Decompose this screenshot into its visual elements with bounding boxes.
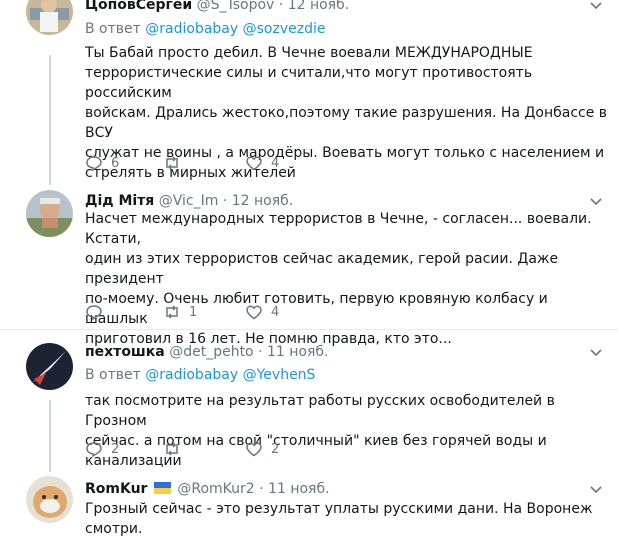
avatar[interactable] (26, 0, 73, 35)
text-line: так посмотрите на результат работы русск… (85, 393, 555, 429)
user-name[interactable]: Дід Мітя (85, 193, 154, 209)
text-line: террористические силы и считали,что могу… (85, 65, 533, 101)
like-icon (246, 305, 262, 320)
like-button[interactable]: 2 (245, 440, 279, 458)
caret-down-icon[interactable] (590, 349, 602, 357)
text-line: Грозный сейчас - это результат уплаты ру… (85, 501, 593, 537)
tweet-date[interactable]: 11 нояб. (267, 344, 329, 360)
tweet-3[interactable]: пехтошка @det_pehto · 11 нояб. В ответ @… (0, 335, 618, 469)
text-line: один из этих террористов сейчас академик… (85, 251, 559, 287)
retweet-icon (166, 156, 178, 170)
reply-prefix: В ответ (85, 21, 141, 37)
retweet-button[interactable] (163, 154, 189, 172)
reply-mention[interactable]: @radiobabay (145, 367, 238, 383)
like-count: 4 (271, 304, 280, 320)
caret-down-icon[interactable] (590, 2, 602, 10)
reply-mention[interactable]: @YevhenS (243, 367, 316, 383)
ukraine-flag-icon (153, 482, 171, 494)
user-handle[interactable]: @RomKur2 (177, 481, 254, 497)
like-button[interactable]: 4 (245, 303, 279, 321)
tweet-1[interactable]: ЦоповСергей @S_Tsopov · 12 нояб. В ответ… (0, 0, 618, 190)
tweet-text: Грозный сейчас - это результат уплаты ру… (85, 499, 610, 539)
separator: · (258, 344, 263, 360)
tweet-date[interactable]: 12 нояб. (288, 0, 350, 13)
avatar[interactable] (26, 343, 73, 390)
reply-icon (86, 156, 102, 172)
reply-icon (86, 305, 102, 321)
tweet-4[interactable]: RomKur @RomKur2 · 11 нояб. Грозный сейча… (0, 470, 618, 537)
user-handle[interactable]: @Vic_Im (159, 193, 219, 209)
avatar[interactable] (26, 190, 73, 237)
separator: · (222, 193, 228, 209)
user-handle[interactable]: @det_pehto (169, 344, 253, 360)
like-count: 2 (271, 441, 280, 457)
reply-button[interactable]: 6 (85, 154, 119, 172)
caret-down-icon[interactable] (590, 198, 602, 206)
retweet-icon (166, 305, 178, 319)
reply-button[interactable] (85, 303, 111, 321)
reply-mention[interactable]: @radiobabay (145, 21, 238, 37)
like-count: 4 (271, 155, 280, 171)
reply-count: 2 (111, 441, 120, 457)
tweet-date[interactable]: 12 нояб. (232, 193, 294, 209)
like-button[interactable]: 4 (245, 154, 279, 172)
tweet-date[interactable]: 11 нояб. (268, 481, 330, 497)
separator: · (278, 0, 284, 13)
user-handle[interactable]: @S_Tsopov (197, 0, 275, 13)
user-name[interactable]: RomKur (85, 481, 147, 497)
like-icon (246, 156, 262, 171)
retweet-button[interactable]: 1 (163, 303, 197, 321)
reply-prefix: В ответ (85, 367, 141, 383)
divider (0, 329, 618, 330)
retweet-button[interactable] (163, 440, 189, 458)
text-line: Ты Бабай просто дебил. В Чечне воевали М… (85, 45, 533, 61)
like-icon (246, 442, 262, 457)
reply-icon (86, 442, 102, 458)
reply-mention[interactable]: @sozvezdie (243, 21, 326, 37)
separator: · (259, 481, 264, 497)
caret-down-icon[interactable] (590, 486, 602, 494)
avatar[interactable] (26, 476, 73, 523)
retweet-icon (166, 442, 178, 456)
retweet-count: 1 (189, 304, 198, 320)
user-name[interactable]: ЦоповСергей (85, 0, 192, 13)
tweet-2[interactable]: Дід Мітя @Vic_Im · 12 нояб. Насчет между… (0, 190, 618, 347)
reply-button[interactable]: 2 (85, 440, 119, 458)
tweet-text: так посмотрите на результат работы русск… (85, 391, 610, 471)
tweet-text: Насчет международных террористов в Чечне… (85, 209, 610, 349)
reply-count: 6 (111, 155, 120, 171)
text-line: Насчет международных террористов в Чечне… (85, 211, 592, 247)
text-line: войскам. Дрались жестоко,поэтому такие р… (85, 105, 608, 141)
user-name[interactable]: пехтошка (85, 344, 165, 360)
